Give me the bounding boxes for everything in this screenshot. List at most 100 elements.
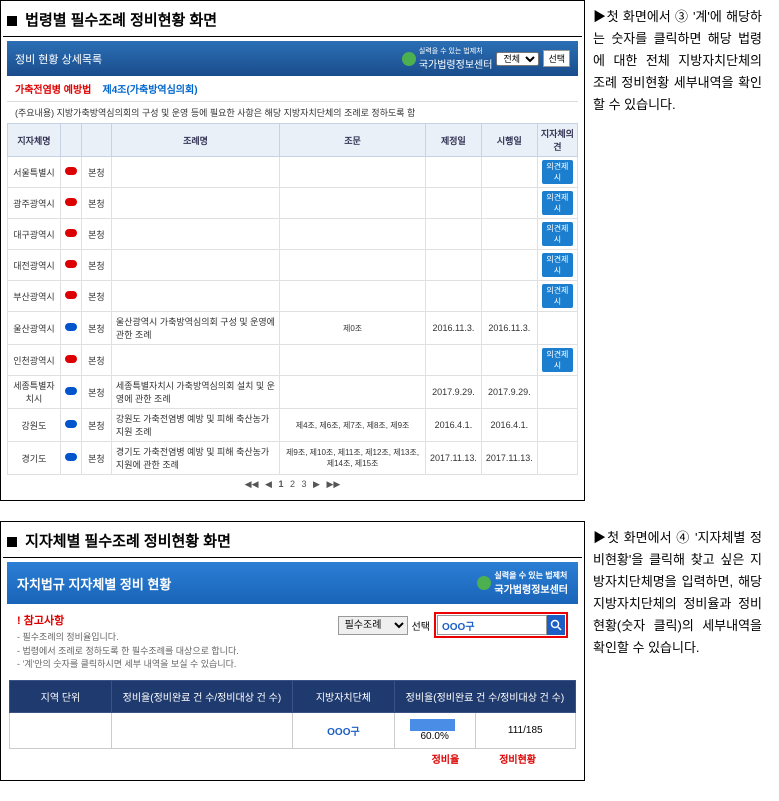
status-dot-icon [65,453,77,461]
cell-type: 본청 [81,376,111,409]
cell-art [280,376,426,409]
opinion-button[interactable]: 의견제시 [542,160,573,184]
header-title: 정비 현황 상세목록 [15,51,102,67]
page-3[interactable]: 3 [302,479,307,489]
cell-date1: 2017.11.13. [425,442,481,475]
cell-art [280,345,426,376]
cell-org: 광주광역시 [8,188,61,219]
org-cell[interactable]: OOO구 [292,712,394,748]
opinion-button[interactable]: 의견제시 [542,222,573,246]
summary-table: 지역 단위 정비율(정비완료 건 수/정비대상 건 수) 지방자치단체 정비율(… [9,680,576,749]
table-row: 대구광역시본청의견제시 [8,219,578,250]
cell-opinion: 의견제시 [537,345,577,376]
status-dot-icon [65,198,77,206]
bc-article[interactable]: 제4조(가축방역심의회) [103,85,198,96]
cell-opinion: 의견제시 [537,188,577,219]
cell-date2 [481,188,537,219]
page-first[interactable]: ◀◀ [245,479,259,489]
cell-date2: 2016.11.3. [481,312,537,345]
cell-date1: 2016.4.1. [425,409,481,442]
cell-art [280,188,426,219]
summary: (주요내용) 지방가축방역심의회의 구성 및 운영 등에 필요한 사항은 해당 … [7,102,578,123]
cell-type: 본청 [81,219,111,250]
th: 정비율(정비완료 건 수/정비대상 건 수) [394,680,575,712]
cell-art: 제4조, 제6조, 제7조, 제8조, 제9조 [280,409,426,442]
type-select[interactable]: 필수조례 [338,616,408,635]
cell-name: 강원도 가축전염병 예방 및 피해 축산농가 지원 조례 [111,409,279,442]
logo-icon [477,576,491,590]
cell-dot [60,409,81,442]
cell-dot [60,219,81,250]
cell-date1 [425,345,481,376]
cell-art [280,281,426,312]
logo-top: 실력을 수 있는 법제처 [419,46,493,56]
ref-item: - 필수조례의 정비율입니다. [17,631,330,645]
cell-name [111,250,279,281]
cell-type: 본청 [81,312,111,345]
table-row: 부산광역시 본청 의견제시 [8,281,578,312]
th: 지자체의견 [537,124,577,157]
page-1[interactable]: 1 [278,479,283,489]
search-box [434,612,568,638]
table-header: 지자체명 조례명 조문 제정일 시행일 지자체의견 [8,124,578,157]
search-input[interactable] [437,615,547,635]
page-2[interactable]: 2 [290,479,295,489]
bar-cell: 60.0% [394,712,475,748]
th: 시행일 [481,124,537,157]
th: 지역 단위 [10,680,112,712]
page-prev[interactable]: ◀ [265,479,272,489]
cell-org: 울산광역시 [8,312,61,345]
page-next[interactable]: ▶ [313,479,320,489]
cell-name [111,281,279,312]
progress-bar [410,719,455,731]
cell-name [111,345,279,376]
th [60,124,81,157]
cell-type: 본청 [81,281,111,312]
ratio-cell[interactable]: 111/185 [475,712,576,748]
cell-date2: 2017.9.29. [481,376,537,409]
status-dot-icon [65,355,77,363]
cell-date2 [481,157,537,188]
bullet-icon [7,16,17,26]
select-button[interactable]: 선택 [543,50,570,67]
page-last[interactable]: ▶▶ [326,479,340,489]
table-row: 인천광역시본청의견제시 [8,345,578,376]
cell-date1 [425,157,481,188]
cell-date2 [481,250,537,281]
cell-org: 강원도 [8,409,61,442]
cell-org: 부산광역시 [8,281,61,312]
cell-opinion: 의견제시 [537,157,577,188]
cell-type: 본청 [81,188,111,219]
cell-date2 [481,281,537,312]
ref-list: - 필수조례의 정비율입니다. - 법령에서 조례로 정하도록 한 필수조례를 … [17,631,330,672]
cell [10,712,112,748]
cell-opinion [537,409,577,442]
side-desc-2: ▶첫 화면에서 ④ '지자체별 정비현황'을 클릭해 찾고 싶은 지방자치단체명… [585,521,770,781]
cell-dot [60,281,81,312]
cell-date1: 2017.9.29. [425,376,481,409]
opinion-button[interactable]: 의견제시 [542,191,573,215]
filter-select[interactable]: 전체 [496,52,539,66]
search-button[interactable] [547,615,565,635]
status-dot-icon [65,323,77,331]
pager: ◀◀ ◀ 1 2 3 ▶ ▶▶ [7,475,578,494]
cell-name [111,188,279,219]
bullet-icon [7,537,17,547]
logo-text: 국가법령정보센터 [419,56,493,71]
cell-type: 본청 [81,442,111,475]
foot-status: 정비현황 [499,751,536,766]
opinion-button[interactable]: 의견제시 [542,253,573,277]
triangle-icon: ▶ [593,530,607,545]
status-dot-icon [65,291,77,299]
foot-rate: 정비율 [432,751,460,766]
cell-type: 본청 [81,157,111,188]
bc-law[interactable]: 가축전염병 예방법 [15,85,91,96]
opinion-button[interactable]: 의견제시 [542,284,573,308]
cell-date2 [481,219,537,250]
cell-date2: 2017.11.13. [481,442,537,475]
opinion-button[interactable]: 의견제시 [542,348,573,372]
panel-1-title-text: 법령별 필수조례 정비현황 화면 [25,12,217,29]
cell-art [280,219,426,250]
cell-name [111,157,279,188]
cell-name: 경기도 가축전염병 예방 및 피해 축산농가 지원에 관한 조례 [111,442,279,475]
